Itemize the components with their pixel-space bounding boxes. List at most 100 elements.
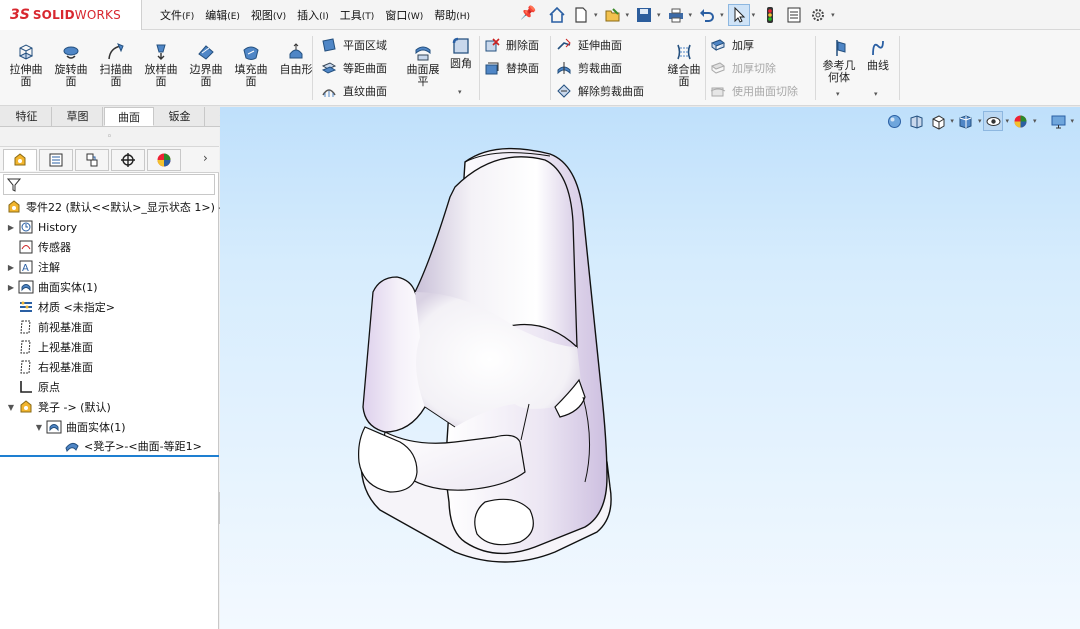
lofted-surface-button[interactable]: 放样曲面 (140, 42, 182, 88)
menu-item[interactable]: 工具(T) (340, 7, 375, 23)
trim-surface-button[interactable]: 剪裁曲面 (556, 58, 622, 78)
menu-item[interactable]: 视图(V) (251, 7, 286, 23)
freeform-button[interactable]: 自由形 (275, 42, 317, 76)
extend-surface-button[interactable]: 延伸曲面 (556, 35, 622, 55)
tree-node[interactable]: <凳子>-<曲面-等距1> (0, 437, 219, 457)
section-view-dropdown-icon[interactable]: ▾ (950, 117, 954, 125)
boundary-surface-button[interactable]: 边界曲面 (185, 42, 227, 88)
display-style-icon[interactable] (956, 111, 976, 131)
file-properties-icon[interactable] (783, 4, 805, 26)
ds-logo-mark: 3S (10, 7, 30, 23)
tree-node-label: 前视基准面 (38, 321, 93, 334)
revolved-surface-button[interactable]: 旋转曲面 (50, 42, 92, 88)
potty-chair-surface-model[interactable] (345, 142, 645, 567)
graphics-area[interactable]: ▾ ▾ ▾ ▾ ▾ (220, 107, 1080, 629)
tree-node[interactable]: 右视基准面 (0, 357, 219, 377)
feature-manager-icon[interactable] (3, 149, 37, 171)
dimxpert-icon[interactable] (111, 149, 145, 171)
section-view-icon[interactable] (928, 111, 948, 131)
replace-face-button[interactable]: 替换面 (484, 58, 539, 78)
tab-0[interactable]: 特征 (2, 107, 52, 126)
fillet-dropdown-icon[interactable]: ▾ (458, 88, 462, 96)
options-gear-icon[interactable] (807, 4, 829, 26)
undo-dropdown-icon[interactable]: ▾ (720, 11, 724, 19)
annotation-icon: A (18, 259, 34, 275)
expand-toggle-icon[interactable]: ▶ (6, 283, 16, 292)
print-dropdown-icon[interactable]: ▾ (689, 11, 693, 19)
tree-node[interactable]: ▶ History (0, 217, 219, 237)
tree-node[interactable]: 前视基准面 (0, 317, 219, 337)
view-orientation-icon[interactable] (884, 111, 904, 131)
scene-icon[interactable] (1048, 111, 1068, 131)
save-dropdown-icon[interactable]: ▾ (657, 11, 661, 19)
hide-show-dropdown-icon[interactable]: ▾ (1005, 117, 1009, 125)
filled-surface-button[interactable]: 填充曲面 (230, 42, 272, 88)
planar-surface-button[interactable]: 平面区域 (321, 35, 387, 55)
extruded-surface-button[interactable]: 拉伸曲面 (5, 42, 47, 88)
tree-node[interactable]: 零件22 (默认<<默认>_显示状态 1>) - (0, 197, 222, 217)
menu-bar: 3S SOLIDWORKS 文件(F) 编辑(E) 视图(V) 插入(I) 工具(T) 窗… (0, 0, 1080, 30)
untrim-surface-button[interactable]: 解除剪裁曲面 (556, 81, 644, 101)
tree-node[interactable]: 上视基准面 (0, 337, 219, 357)
traffic-light-icon[interactable] (759, 4, 781, 26)
tree-filter-input[interactable] (3, 174, 215, 195)
ruled-surface-button[interactable]: 直纹曲面 (321, 81, 387, 101)
menu-item[interactable]: 插入(I) (297, 7, 329, 23)
tree-node[interactable]: 传感器 (0, 237, 219, 257)
tree-node[interactable]: ▼ 曲面实体(1) (0, 417, 219, 437)
new-file-icon[interactable] (570, 4, 592, 26)
scene-dropdown-icon[interactable]: ▾ (1070, 117, 1074, 125)
tab-2[interactable]: 曲面 (104, 107, 154, 126)
expand-toggle-icon[interactable]: ▶ (6, 223, 16, 232)
open-dropdown-icon[interactable]: ▾ (626, 11, 630, 19)
material-icon (18, 299, 34, 315)
tree-node[interactable]: 材质 <未指定> (0, 297, 219, 317)
print-icon[interactable] (665, 4, 687, 26)
appearance-icon[interactable] (1011, 111, 1031, 131)
tab-1[interactable]: 草图 (53, 107, 103, 126)
tree-node[interactable]: ▶ A 注解 (0, 257, 219, 277)
tree-node[interactable]: ▶ 曲面实体(1) (0, 277, 219, 297)
menu-item[interactable]: 编辑(E) (205, 7, 240, 23)
save-icon[interactable] (633, 4, 655, 26)
knit-surface-button[interactable]: 缝合曲面 (662, 42, 706, 88)
select-dropdown-icon[interactable]: ▾ (752, 11, 756, 19)
home-icon[interactable] (546, 4, 568, 26)
previous-view-icon[interactable] (906, 111, 926, 131)
tree-node[interactable]: ▼ 凳子 -> (默认) (0, 397, 219, 417)
reference-geometry-button[interactable]: 参考几 何体 (817, 38, 861, 84)
open-icon[interactable] (602, 4, 624, 26)
curves-dropdown-icon[interactable]: ▾ (874, 90, 878, 98)
swept-surface-button[interactable]: 扫描曲面 (95, 42, 137, 88)
fillet-button[interactable]: 圆角 (441, 36, 481, 70)
solidworks-logo[interactable]: 3S SOLIDWORKS (0, 0, 142, 30)
display-style-dropdown-icon[interactable]: ▾ (978, 117, 982, 125)
property-manager-icon[interactable] (39, 149, 73, 171)
tab-3[interactable]: 钣金 (155, 107, 205, 126)
expand-toggle-icon[interactable]: ▼ (34, 423, 44, 432)
expand-toggle-icon[interactable]: ▶ (6, 263, 16, 272)
curves-button[interactable]: 曲线 (858, 38, 898, 72)
select-arrow-icon[interactable] (727, 4, 750, 26)
thicken-button[interactable]: 加厚 (710, 35, 754, 55)
undo-icon[interactable] (696, 4, 718, 26)
appearance-dropdown-icon[interactable]: ▾ (1033, 117, 1037, 125)
panel-grip[interactable]: ◦ (0, 127, 219, 147)
offset-surface-button[interactable]: 等距曲面 (321, 58, 387, 78)
pin-menu-icon[interactable]: 📌 (520, 6, 536, 21)
menu-item[interactable]: 帮助(H) (434, 7, 470, 23)
display-manager-icon[interactable] (147, 149, 181, 171)
new-file-dropdown-icon[interactable]: ▾ (594, 11, 598, 19)
tree-node-label: <凳子>-<曲面-等距1> (84, 440, 202, 453)
menu-item[interactable]: 窗口(W) (385, 7, 423, 23)
hide-show-icon[interactable] (983, 111, 1004, 131)
flatten-surface-button[interactable]: 曲面展平 (401, 42, 445, 88)
tree-node[interactable]: 原点 (0, 377, 219, 397)
configuration-manager-icon[interactable] (75, 149, 109, 171)
chevron-right-icon[interactable]: › (203, 151, 208, 165)
expand-toggle-icon[interactable]: ▼ (6, 403, 16, 412)
delete-face-button[interactable]: 删除面 (484, 35, 539, 55)
reference-geometry-dropdown-icon[interactable]: ▾ (836, 90, 840, 98)
options-dropdown-icon[interactable]: ▾ (831, 11, 835, 19)
menu-item[interactable]: 文件(F) (160, 7, 194, 23)
